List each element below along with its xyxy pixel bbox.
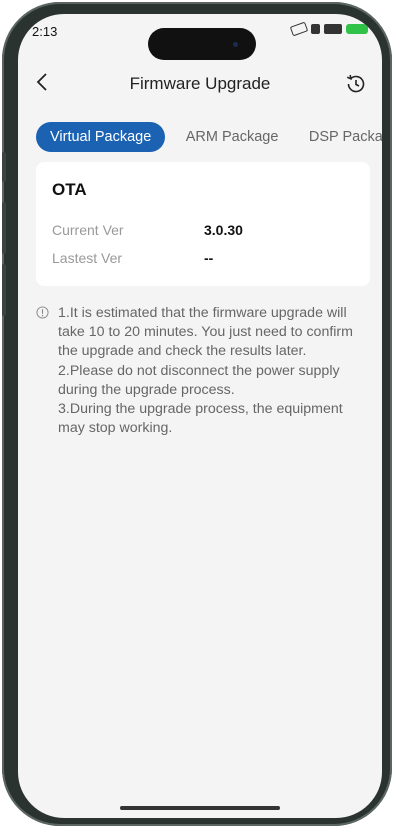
signal-icon [324, 24, 342, 34]
screen: 2:13 Firmware Upgrade Virtual Package AR… [18, 14, 382, 818]
latest-ver-label: Lastest Ver [52, 250, 123, 266]
notice-line: 1.It is estimated that the firmware upgr… [58, 305, 347, 321]
side-button [2, 152, 6, 182]
nfc-icon [289, 21, 309, 37]
dynamic-island [148, 28, 256, 60]
ota-card: OTA Current Ver 3.0.30 Lastest Ver -- [36, 162, 370, 286]
current-ver-value: 3.0.30 [204, 222, 243, 238]
tab-arm-package[interactable]: ARM Package [186, 122, 279, 152]
current-ver-label: Current Ver [52, 222, 124, 238]
notice-line: during the upgrade process. [58, 381, 235, 398]
battery-icon [346, 24, 368, 34]
history-button[interactable] [344, 72, 368, 96]
home-indicator[interactable] [120, 806, 280, 810]
status-time: 2:13 [32, 24, 58, 39]
notice-line: may stop working. [58, 420, 173, 437]
hd-icon [311, 24, 320, 34]
notice-line: 3.During the upgrade process, the equipm… [58, 401, 343, 418]
notice-line: 2.Please do not disconnect the power sup… [58, 362, 340, 379]
page-title: Firmware Upgrade [129, 74, 271, 93]
tab-dsp-package[interactable]: DSP Package [309, 122, 382, 152]
card-title: OTA [52, 180, 87, 199]
latest-ver-value: -- [204, 250, 214, 266]
notice-text: 1.It is estimated that the firmware upgr… [58, 304, 370, 438]
camera-dot [233, 42, 238, 47]
info-icon [36, 306, 49, 319]
header: Firmware Upgrade [18, 64, 382, 104]
status-icons [289, 21, 368, 37]
package-tabs: Virtual Package ARM Package DSP Package [36, 122, 382, 154]
notice-line: the upgrade and check the results later. [58, 343, 307, 360]
notice-line: take 10 to 20 minutes. You just need to … [58, 324, 353, 341]
volume-up-button [2, 202, 6, 254]
tab-virtual-package[interactable]: Virtual Package [36, 122, 166, 152]
status-bar: 2:13 [18, 14, 382, 60]
phone-frame: 2:13 Firmware Upgrade Virtual Package AR… [2, 2, 392, 826]
volume-down-button [2, 264, 6, 316]
history-icon [346, 74, 365, 93]
